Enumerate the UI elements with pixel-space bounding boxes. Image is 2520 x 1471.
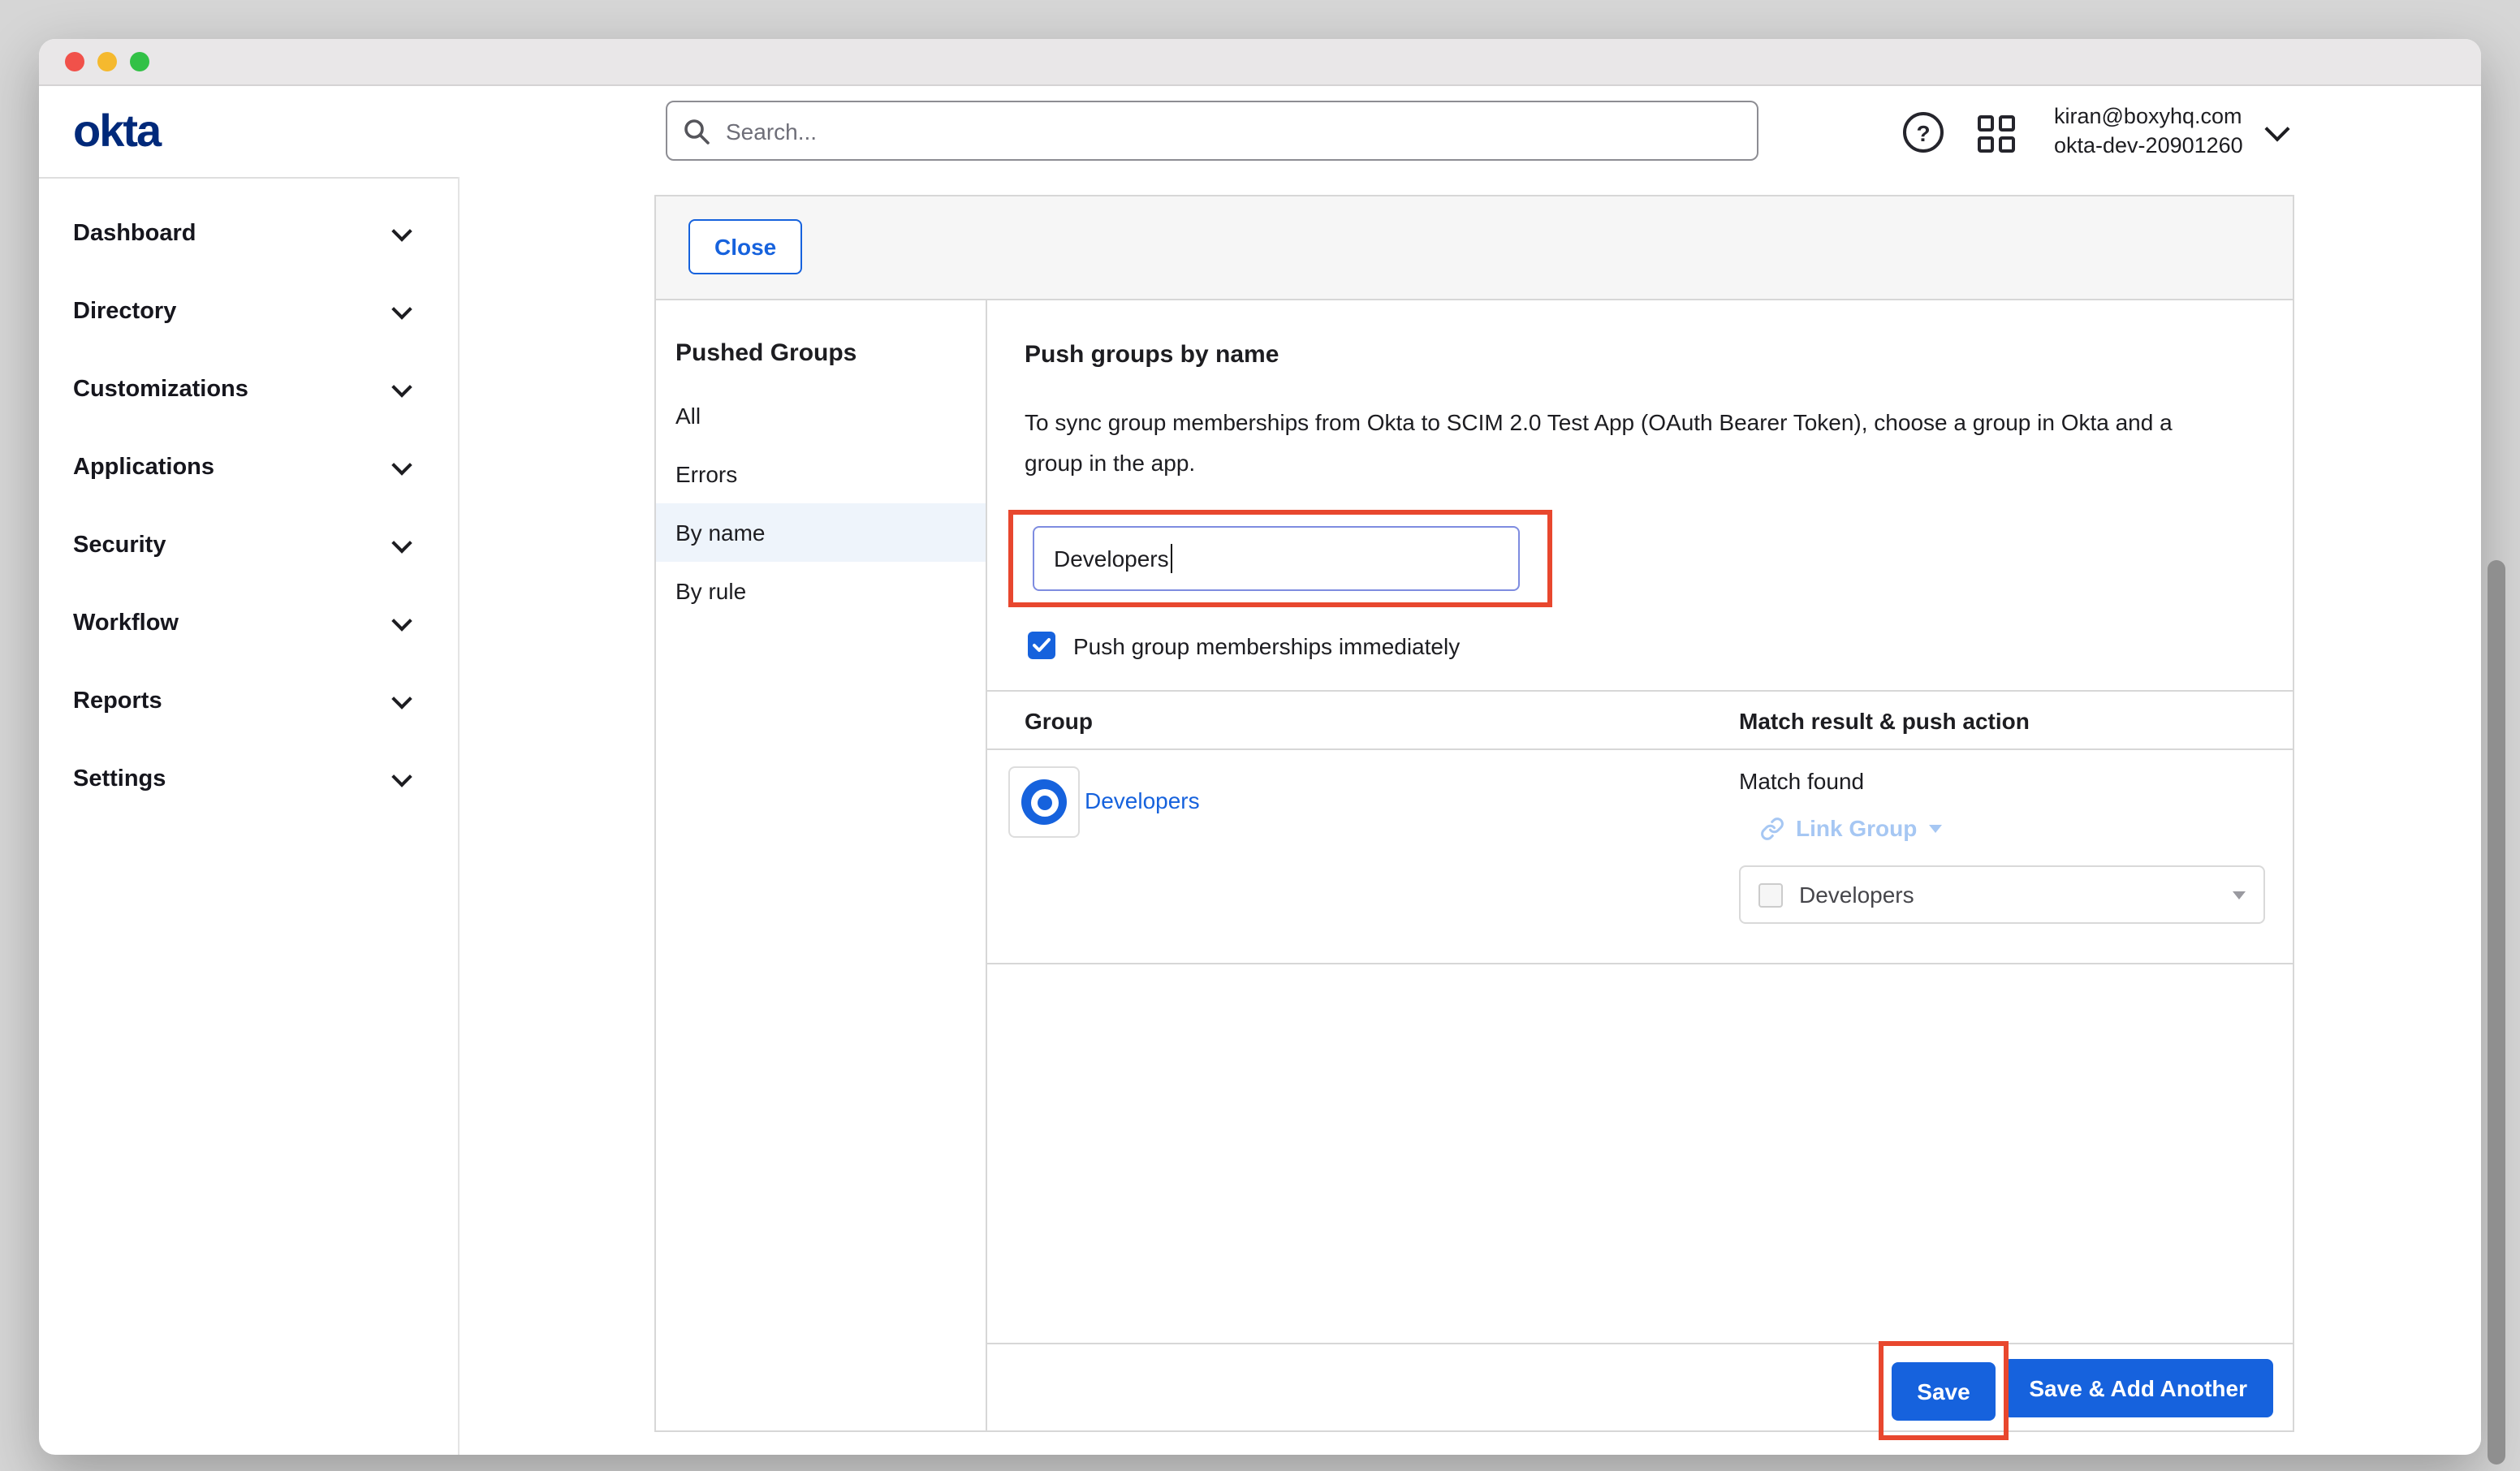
help-icon[interactable]: ? xyxy=(1903,112,1944,153)
by-name-content: Push groups by name To sync group member… xyxy=(987,300,2293,1430)
sidebar-item-reports[interactable]: Reports xyxy=(39,662,458,740)
column-match-result: Match result & push action xyxy=(1739,707,2293,733)
sidebar-item-security[interactable]: Security xyxy=(39,507,458,585)
group-placeholder-icon xyxy=(1758,882,1783,907)
sidebar-item-dashboard[interactable]: Dashboard xyxy=(39,195,458,273)
nav-item-by-name[interactable]: By name xyxy=(656,503,986,562)
zoom-window-icon[interactable] xyxy=(130,52,149,71)
close-button[interactable]: Close xyxy=(688,219,802,274)
target-group-select[interactable]: Developers xyxy=(1739,865,2265,924)
match-status: Match found xyxy=(1739,768,2293,794)
chevron-down-icon xyxy=(391,688,412,709)
chevron-down-icon xyxy=(391,610,412,631)
user-account-menu[interactable]: kiran@boxyhq.com okta-dev-20901260 xyxy=(2054,102,2287,161)
screenshot-stage: okta ? kiran@boxyhq.com okta-dev-2090126… xyxy=(0,0,2520,1471)
user-email: kiran@boxyhq.com xyxy=(2054,102,2243,132)
nav-item-errors[interactable]: Errors xyxy=(656,445,986,503)
sidebar-item-applications[interactable]: Applications xyxy=(39,429,458,507)
panel-body: Pushed Groups All Errors By name By rule… xyxy=(656,300,2293,1430)
vertical-scrollbar[interactable] xyxy=(2488,560,2505,1465)
minimize-window-icon[interactable] xyxy=(97,52,117,71)
sidebar-item-directory[interactable]: Directory xyxy=(39,273,458,351)
group-cell: Developers xyxy=(987,750,1739,963)
app-body: Dashboard Directory Customizations Appli… xyxy=(39,177,2481,1455)
push-immediately-row: Push group memberships immediately xyxy=(1028,632,2254,659)
sidebar-item-settings[interactable]: Settings xyxy=(39,740,458,818)
main-content: Close Pushed Groups All Errors By name B… xyxy=(460,177,2481,1455)
push-immediately-label: Push group memberships immediately xyxy=(1073,632,1460,658)
push-immediately-checkbox[interactable] xyxy=(1028,632,1055,659)
column-group: Group xyxy=(987,707,1739,733)
section-title: Push groups by name xyxy=(1025,341,2254,369)
chevron-down-icon xyxy=(391,766,412,787)
section-description: To sync group memberships from Okta to S… xyxy=(1025,403,2234,484)
table-row: Developers Match found xyxy=(987,750,2293,964)
link-icon xyxy=(1760,816,1784,840)
search-input[interactable] xyxy=(723,116,1741,145)
search-icon xyxy=(684,118,710,144)
chevron-down-icon xyxy=(391,533,412,553)
nav-item-by-rule[interactable]: By rule xyxy=(656,562,986,620)
save-button[interactable]: Save xyxy=(1891,1361,1996,1420)
org-name: okta-dev-20901260 xyxy=(2054,132,2243,161)
group-icon-box xyxy=(1008,766,1080,838)
chevron-down-icon xyxy=(391,221,412,241)
chevron-down-icon xyxy=(391,299,412,319)
app-window: okta ? kiran@boxyhq.com okta-dev-2090126… xyxy=(39,39,2481,1455)
group-name-input[interactable]: Developers xyxy=(1033,526,1520,591)
pushed-groups-title: Pushed Groups xyxy=(675,339,986,367)
match-cell: Match found Link Group xyxy=(1739,750,2293,963)
apps-grid-icon[interactable] xyxy=(1978,115,2015,153)
app-header: okta ? kiran@boxyhq.com okta-dev-2090126… xyxy=(39,86,2481,179)
chevron-down-icon xyxy=(2233,891,2246,899)
intro-section: Push groups by name To sync group member… xyxy=(987,300,2293,690)
user-identity: kiran@boxyhq.com okta-dev-20901260 xyxy=(2054,102,2243,161)
sidebar-item-workflow[interactable]: Workflow xyxy=(39,585,458,662)
okta-group-icon xyxy=(1021,779,1067,825)
chevron-down-icon xyxy=(391,455,412,475)
panel-toolbar: Close xyxy=(656,196,2293,300)
sidebar-nav: Dashboard Directory Customizations Appli… xyxy=(39,177,460,1455)
annotation-group-input: Developers xyxy=(1008,510,1552,607)
pushed-groups-nav: Pushed Groups All Errors By name By rule xyxy=(656,300,987,1430)
group-link[interactable]: Developers xyxy=(1085,787,1200,963)
sidebar-item-customizations[interactable]: Customizations xyxy=(39,351,458,429)
annotation-save-button: Save xyxy=(1879,1341,2009,1440)
panel-footer: Save Save & Add Another xyxy=(987,1343,2293,1430)
link-group-dropdown[interactable]: Link Group xyxy=(1760,815,2293,841)
chevron-down-icon xyxy=(2265,116,2290,141)
check-icon xyxy=(1033,638,1051,653)
chevron-down-icon xyxy=(1928,825,1941,833)
text-caret xyxy=(1171,544,1173,573)
global-search[interactable] xyxy=(666,101,1758,161)
close-window-icon[interactable] xyxy=(65,52,84,71)
push-groups-panel: Close Pushed Groups All Errors By name B… xyxy=(654,195,2294,1432)
table-header: Group Match result & push action xyxy=(987,690,2293,750)
empty-area xyxy=(987,964,2293,1343)
save-add-another-button[interactable]: Save & Add Another xyxy=(2003,1358,2273,1417)
window-titlebar xyxy=(39,39,2481,86)
chevron-down-icon xyxy=(391,377,412,397)
okta-logo: okta xyxy=(73,106,160,157)
nav-item-all[interactable]: All xyxy=(656,386,986,445)
